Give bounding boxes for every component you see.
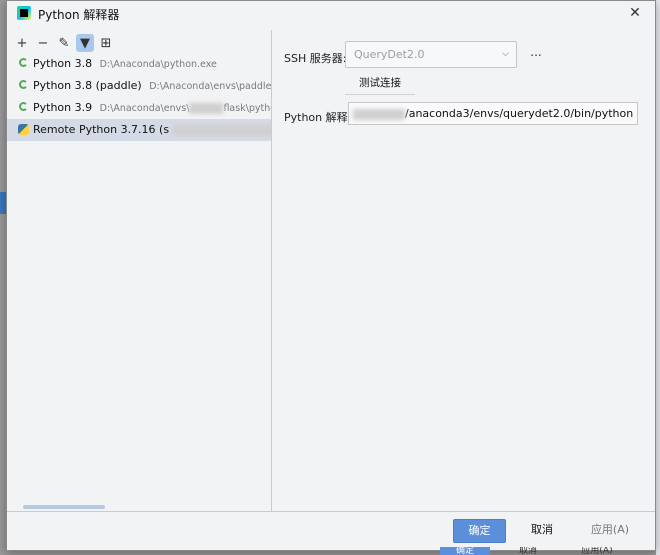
add-icon[interactable]: + xyxy=(13,34,31,52)
interpreter-path-suffix: \python.exe xyxy=(245,103,271,114)
python-interpreter-dialog: Python 解释器 ✕ + − ✎ ▼ ⊞ Python 3.8 D:\Ana… xyxy=(6,0,656,551)
cancel-button[interactable]: 取消 xyxy=(516,519,568,543)
background-cancel-button: 取消 xyxy=(518,547,537,555)
interpreter-name: Remote Python 3.7.16 (s xyxy=(33,123,170,136)
ssh-server-label: SSH 服务器: xyxy=(284,52,347,65)
ssh-server-value: QueryDet2.0 xyxy=(354,48,425,61)
python-loading-icon xyxy=(19,102,28,111)
pycharm-icon xyxy=(17,6,31,20)
redacted-text xyxy=(353,108,405,120)
test-connection-button[interactable]: 测试连接 xyxy=(345,72,415,95)
background-ok-button: 确定 xyxy=(440,547,490,555)
interpreter-path-mid: flask xyxy=(223,103,246,114)
ssh-server-select[interactable]: QueryDet2.0 ⌵ xyxy=(345,41,517,68)
interpreter-name: Python 3.8 xyxy=(33,57,93,70)
interpreter-path-input[interactable]: /anaconda3/envs/querydet2.0/bin/python xyxy=(348,102,638,125)
close-icon[interactable]: ✕ xyxy=(623,2,647,24)
interpreter-name: Python 3.9 xyxy=(33,101,93,114)
ssh-more-button[interactable]: ... xyxy=(524,41,548,68)
background-apply-button: 应用(A) xyxy=(581,547,613,555)
tree-view-icon[interactable]: ⊞ xyxy=(97,34,115,52)
interpreter-toolbar: + − ✎ ▼ ⊞ xyxy=(13,33,115,53)
remove-icon[interactable]: − xyxy=(34,34,52,52)
ok-button[interactable]: 确定 xyxy=(453,519,506,543)
chevron-down-icon: ⌵ xyxy=(502,49,509,59)
interpreter-path: D:\Anaconda\envs\ flask\python.exe xyxy=(100,103,271,114)
interpreter-item-remote[interactable]: Remote Python 3.7.16 (s xyxy=(7,119,271,141)
interpreter-list-pane: + − ✎ ▼ ⊞ Python 3.8 D:\Anaconda\python.… xyxy=(7,30,272,511)
interpreter-path-prefix: D:\Anaconda\envs\ xyxy=(99,103,190,114)
interpreter-item-python39[interactable]: Python 3.9 D:\Anaconda\envs\ flask\python… xyxy=(7,97,271,119)
edit-icon[interactable]: ✎ xyxy=(55,34,73,52)
interpreter-list: Python 3.8 D:\Anaconda\python.exe Python… xyxy=(7,53,271,141)
interpreter-item-python38-paddle[interactable]: Python 3.8 (paddle) D:\Anaconda\envs\pad… xyxy=(7,75,271,97)
redacted-text xyxy=(189,103,224,114)
filter-icon[interactable]: ▼ xyxy=(76,34,94,52)
python-loading-icon xyxy=(19,80,28,89)
python-remote-icon xyxy=(18,124,29,135)
interpreter-item-python38[interactable]: Python 3.8 D:\Anaconda\python.exe xyxy=(7,53,271,75)
horizontal-scrollbar[interactable] xyxy=(23,505,105,509)
background-window-right-edge xyxy=(656,0,660,555)
title-bar: Python 解释器 ✕ xyxy=(7,1,655,25)
python-loading-icon xyxy=(19,58,28,67)
interpreter-path-value: /anaconda3/envs/querydet2.0/bin/python xyxy=(405,107,634,120)
window-title: Python 解释器 xyxy=(38,8,120,22)
footer-divider xyxy=(7,511,655,512)
apply-button[interactable]: 应用(A) xyxy=(580,519,640,543)
interpreter-path: D:\Anaconda\envs\paddle\python.e xyxy=(149,81,271,92)
redacted-text xyxy=(172,124,271,136)
interpreter-settings-pane: SSH 服务器: QueryDet2.0 ⌵ ... 测试连接 Python 解… xyxy=(272,30,655,511)
interpreter-name: Python 3.8 (paddle) xyxy=(33,79,142,92)
interpreter-path: D:\Anaconda\python.exe xyxy=(99,59,217,70)
